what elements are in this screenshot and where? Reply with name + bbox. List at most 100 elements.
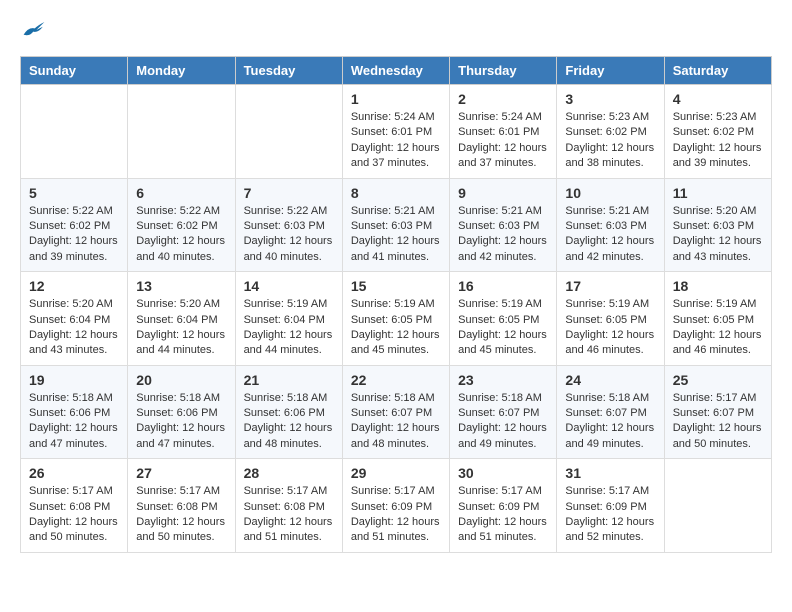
day-number: 14: [244, 278, 334, 294]
calendar-cell: 23Sunrise: 5:18 AM Sunset: 6:07 PM Dayli…: [450, 365, 557, 459]
calendar-header-row: SundayMondayTuesdayWednesdayThursdayFrid…: [21, 57, 772, 85]
logo: [20, 20, 46, 40]
calendar-cell: 4 Sunrise: 5:23 AM Sunset: 6:02 PM Daylig…: [664, 85, 771, 179]
calendar-cell: [235, 85, 342, 179]
calendar-cell: 6 Sunrise: 5:22 AM Sunset: 6:02 PM Daylig…: [128, 178, 235, 272]
day-info: Sunrise: 5:24 AM Sunset: 6:01 PM Dayligh…: [458, 110, 548, 172]
calendar-header-saturday: Saturday: [664, 57, 771, 85]
day-info: Sunrise: 5:17 AM Sunset: 6:09 PM Dayligh…: [351, 484, 441, 546]
day-info: Sunrise: 5:20 AM Sunset: 6:04 PM Dayligh…: [136, 297, 226, 359]
day-number: 6: [136, 185, 226, 201]
day-info: Sunrise: 5:23 AM Sunset: 6:02 PM Dayligh…: [673, 110, 763, 172]
calendar-cell: 15 Sunrise: 5:19 AM Sunset: 6:05 PM Dayli…: [342, 272, 449, 366]
day-number: 29: [351, 465, 441, 481]
day-number: 13: [136, 278, 226, 294]
day-info: Sunrise: 5:21 AM Sunset: 6:03 PM Dayligh…: [458, 204, 548, 266]
day-number: 25: [673, 372, 763, 388]
calendar-week-row: 19 Sunrise: 5:18 AM Sunset: 6:06 PM Dayli…: [21, 365, 772, 459]
calendar-cell: 10 Sunrise: 5:21 AM Sunset: 6:03 PM Dayli…: [557, 178, 664, 272]
day-info: Sunrise: 5:20 AM Sunset: 6:03 PM Dayligh…: [673, 204, 763, 266]
day-number: 27: [136, 465, 226, 481]
day-number: 1: [351, 91, 441, 107]
day-number: 18: [673, 278, 763, 294]
calendar-cell: 8 Sunrise: 5:21 AM Sunset: 6:03 PM Daylig…: [342, 178, 449, 272]
day-info: Sunrise: 5:24 AM Sunset: 6:01 PM Dayligh…: [351, 110, 441, 172]
day-info: Sunrise: 5:23 AM Sunset: 6:02 PM Dayligh…: [565, 110, 655, 172]
day-number: 16: [458, 278, 548, 294]
calendar-header-monday: Monday: [128, 57, 235, 85]
day-number: 4: [673, 91, 763, 107]
day-info: Sunrise: 5:17 AM Sunset: 6:09 PM Dayligh…: [565, 484, 655, 546]
calendar-header-wednesday: Wednesday: [342, 57, 449, 85]
calendar-cell: 18Sunrise: 5:19 AM Sunset: 6:05 PM Dayli…: [664, 272, 771, 366]
calendar-cell: 14 Sunrise: 5:19 AM Sunset: 6:04 PM Dayli…: [235, 272, 342, 366]
day-number: 5: [29, 185, 119, 201]
day-info: Sunrise: 5:21 AM Sunset: 6:03 PM Dayligh…: [351, 204, 441, 266]
day-info: Sunrise: 5:17 AM Sunset: 6:08 PM Dayligh…: [244, 484, 334, 546]
day-info: Sunrise: 5:18 AM Sunset: 6:06 PM Dayligh…: [136, 391, 226, 453]
calendar-header-thursday: Thursday: [450, 57, 557, 85]
day-number: 9: [458, 185, 548, 201]
calendar-cell: 25 Sunrise: 5:17 AM Sunset: 6:07 PM Dayli…: [664, 365, 771, 459]
day-number: 30: [458, 465, 548, 481]
calendar-cell: 9 Sunrise: 5:21 AM Sunset: 6:03 PM Daylig…: [450, 178, 557, 272]
calendar-week-row: 12 Sunrise: 5:20 AM Sunset: 6:04 PM Dayli…: [21, 272, 772, 366]
day-number: 19: [29, 372, 119, 388]
day-number: 2: [458, 91, 548, 107]
day-info: Sunrise: 5:18 AM Sunset: 6:06 PM Dayligh…: [29, 391, 119, 453]
calendar-cell: 22Sunrise: 5:18 AM Sunset: 6:07 PM Dayli…: [342, 365, 449, 459]
calendar-cell: [128, 85, 235, 179]
calendar-table: SundayMondayTuesdayWednesdayThursdayFrid…: [20, 56, 772, 553]
calendar-cell: 26 Sunrise: 5:17 AM Sunset: 6:08 PM Dayli…: [21, 459, 128, 553]
day-info: Sunrise: 5:18 AM Sunset: 6:06 PM Dayligh…: [244, 391, 334, 453]
day-info: Sunrise: 5:19 AM Sunset: 6:05 PM Dayligh…: [458, 297, 548, 359]
day-info: Sunrise: 5:19 AM Sunset: 6:04 PM Dayligh…: [244, 297, 334, 359]
day-info: Sunrise: 5:17 AM Sunset: 6:09 PM Dayligh…: [458, 484, 548, 546]
day-info: Sunrise: 5:20 AM Sunset: 6:04 PM Dayligh…: [29, 297, 119, 359]
calendar-cell: 17 Sunrise: 5:19 AM Sunset: 6:05 PM Dayli…: [557, 272, 664, 366]
day-number: 11: [673, 185, 763, 201]
day-info: Sunrise: 5:22 AM Sunset: 6:03 PM Dayligh…: [244, 204, 334, 266]
calendar-cell: 30 Sunrise: 5:17 AM Sunset: 6:09 PM Dayli…: [450, 459, 557, 553]
day-number: 3: [565, 91, 655, 107]
day-info: Sunrise: 5:19 AM Sunset: 6:05 PM Dayligh…: [351, 297, 441, 359]
calendar-header-friday: Friday: [557, 57, 664, 85]
day-number: 31: [565, 465, 655, 481]
day-number: 17: [565, 278, 655, 294]
calendar-cell: 31 Sunrise: 5:17 AM Sunset: 6:09 PM Dayli…: [557, 459, 664, 553]
calendar-cell: 21 Sunrise: 5:18 AM Sunset: 6:06 PM Dayli…: [235, 365, 342, 459]
calendar-cell: 2 Sunrise: 5:24 AM Sunset: 6:01 PM Daylig…: [450, 85, 557, 179]
calendar-cell: 7 Sunrise: 5:22 AM Sunset: 6:03 PM Daylig…: [235, 178, 342, 272]
day-info: Sunrise: 5:17 AM Sunset: 6:07 PM Dayligh…: [673, 391, 763, 453]
day-number: 20: [136, 372, 226, 388]
calendar-cell: 20 Sunrise: 5:18 AM Sunset: 6:06 PM Dayli…: [128, 365, 235, 459]
day-info: Sunrise: 5:22 AM Sunset: 6:02 PM Dayligh…: [29, 204, 119, 266]
day-number: 10: [565, 185, 655, 201]
calendar-cell: 11 Sunrise: 5:20 AM Sunset: 6:03 PM Dayli…: [664, 178, 771, 272]
day-info: Sunrise: 5:17 AM Sunset: 6:08 PM Dayligh…: [136, 484, 226, 546]
calendar-week-row: 1 Sunrise: 5:24 AM Sunset: 6:01 PM Daylig…: [21, 85, 772, 179]
calendar-cell: 13 Sunrise: 5:20 AM Sunset: 6:04 PM Dayli…: [128, 272, 235, 366]
day-info: Sunrise: 5:22 AM Sunset: 6:02 PM Dayligh…: [136, 204, 226, 266]
day-number: 24: [565, 372, 655, 388]
day-number: 7: [244, 185, 334, 201]
calendar-cell: 29 Sunrise: 5:17 AM Sunset: 6:09 PM Dayli…: [342, 459, 449, 553]
day-info: Sunrise: 5:21 AM Sunset: 6:03 PM Dayligh…: [565, 204, 655, 266]
calendar-cell: 5 Sunrise: 5:22 AM Sunset: 6:02 PM Daylig…: [21, 178, 128, 272]
day-number: 12: [29, 278, 119, 294]
day-number: 15: [351, 278, 441, 294]
day-info: Sunrise: 5:17 AM Sunset: 6:08 PM Dayligh…: [29, 484, 119, 546]
page-header: [20, 20, 772, 40]
day-info: Sunrise: 5:19 AM Sunset: 6:05 PM Dayligh…: [565, 297, 655, 359]
calendar-week-row: 5 Sunrise: 5:22 AM Sunset: 6:02 PM Daylig…: [21, 178, 772, 272]
calendar-header-sunday: Sunday: [21, 57, 128, 85]
calendar-cell: 28 Sunrise: 5:17 AM Sunset: 6:08 PM Dayli…: [235, 459, 342, 553]
day-number: 8: [351, 185, 441, 201]
day-number: 21: [244, 372, 334, 388]
day-info: Sunrise: 5:18 AM Sunset: 6:07 PM Dayligh…: [565, 391, 655, 453]
day-number: 28: [244, 465, 334, 481]
day-number: 26: [29, 465, 119, 481]
calendar-cell: 3 Sunrise: 5:23 AM Sunset: 6:02 PM Daylig…: [557, 85, 664, 179]
calendar-cell: 19 Sunrise: 5:18 AM Sunset: 6:06 PM Dayli…: [21, 365, 128, 459]
calendar-cell: 1 Sunrise: 5:24 AM Sunset: 6:01 PM Daylig…: [342, 85, 449, 179]
